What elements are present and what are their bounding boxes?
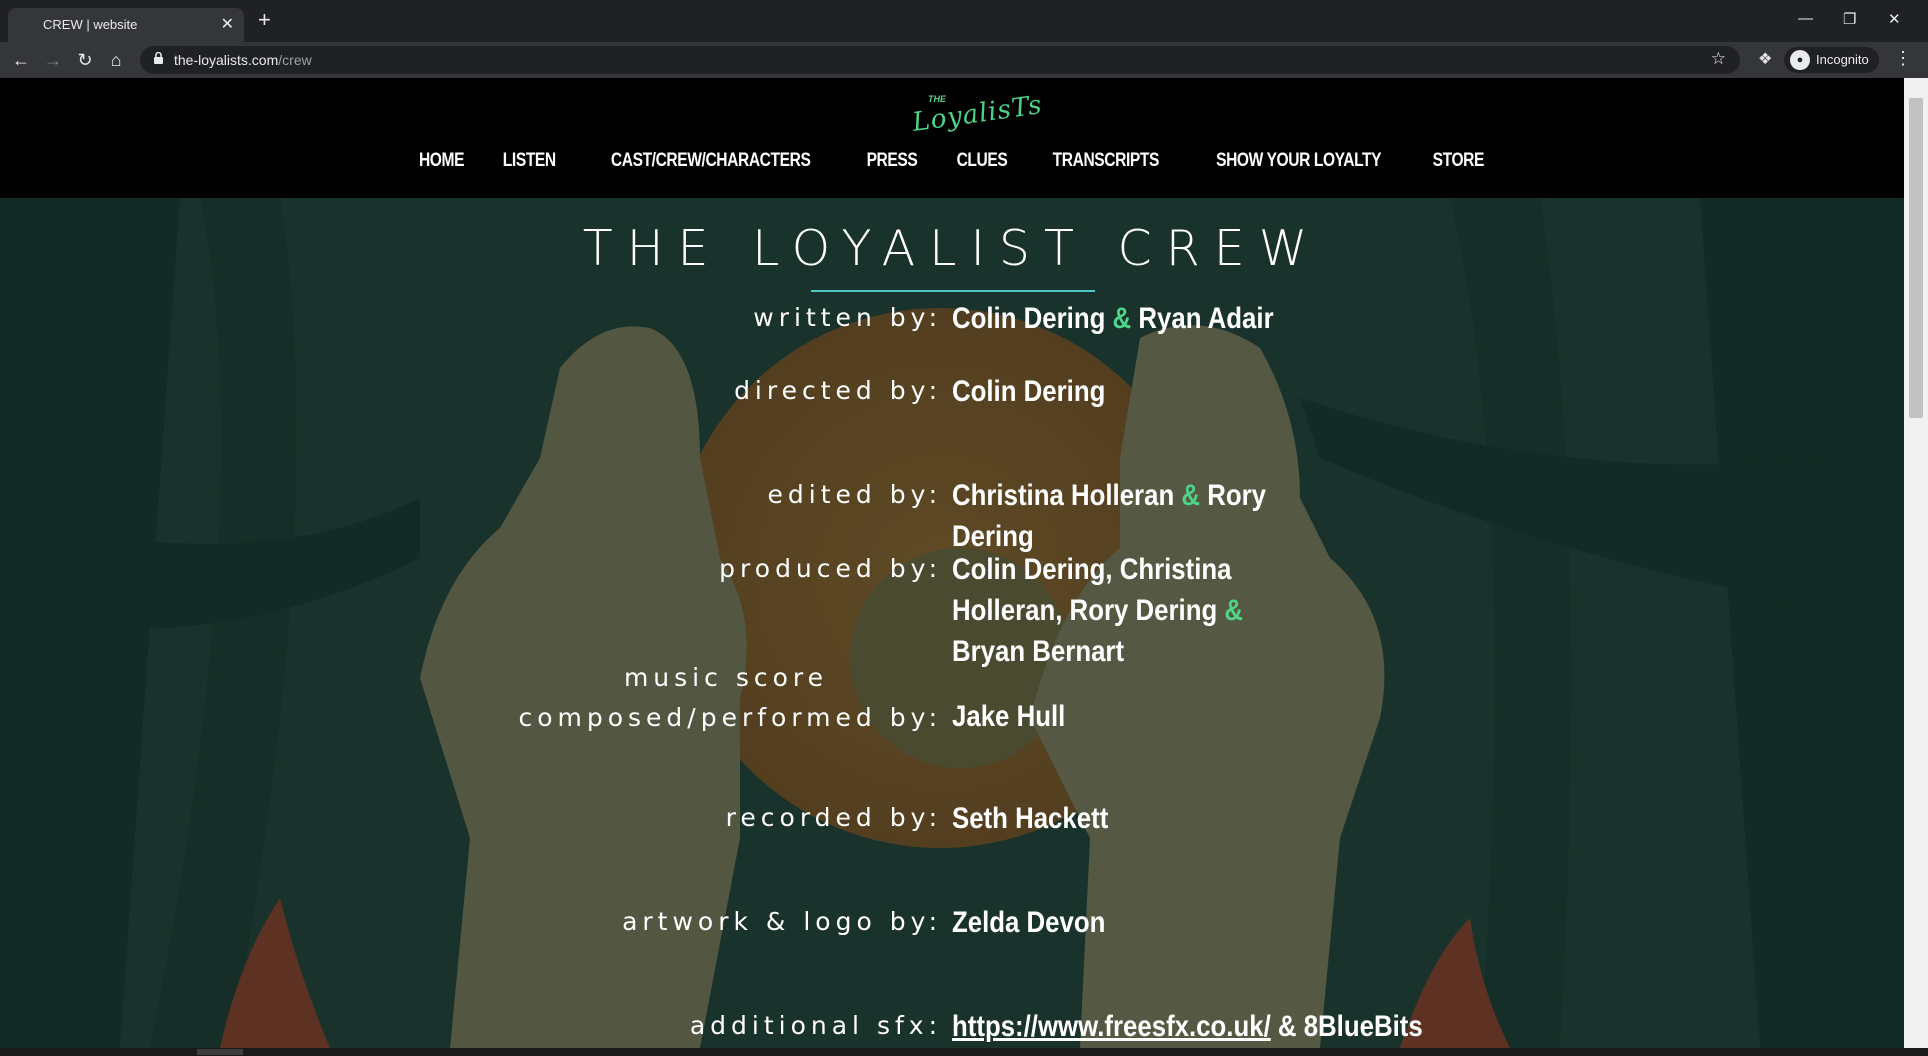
horizontal-scrollbar[interactable] <box>0 1048 1928 1056</box>
browser-tabstrip: CREW | website ✕ + — ❐ ✕ <box>0 0 1928 42</box>
credit-label: edited by: <box>767 480 942 509</box>
credit-label: written by: <box>753 303 942 332</box>
credit-label: additional sfx: <box>689 1011 942 1040</box>
credit-name: Ryan Adair <box>1138 302 1274 335</box>
browser-toolbar: ← → ↻ ⌂ the-loyalists.com/crew ☆ ❖ ● Inc… <box>0 42 1928 78</box>
credit-value: Christina Holleran & Rory Dering <box>952 475 1313 557</box>
credit-label-line2: composed/performed by: <box>518 703 942 732</box>
page-title: THE LOYALIST CREW <box>582 220 1322 277</box>
nav-transcripts[interactable]: TRANSCRIPTS <box>1052 150 1159 172</box>
url-path: /crew <box>278 52 312 68</box>
url-host: the-loyalists.com <box>174 52 279 68</box>
minimize-button[interactable]: — <box>1798 10 1813 27</box>
home-icon[interactable]: ⌂ <box>104 48 128 72</box>
site-logo[interactable]: THE LoyalisTs <box>911 90 1045 138</box>
title-underline <box>811 290 1095 292</box>
credit-label: produced by: <box>719 554 942 583</box>
credit-name: Bryan Bernart <box>952 635 1125 668</box>
address-bar[interactable]: the-loyalists.com/crew ☆ <box>140 46 1740 74</box>
nav-store[interactable]: STORE <box>1433 150 1485 172</box>
scrollbar-thumb[interactable] <box>1909 98 1923 418</box>
ampersand: & <box>1112 302 1132 335</box>
crew-content: THE LOYALIST CREW written by: Colin Deri… <box>0 198 1904 1048</box>
url-text: the-loyalists.com/crew <box>174 52 312 68</box>
nav-cast-crew-characters[interactable]: CAST/CREW/CHARACTERS <box>611 150 811 172</box>
lock-icon <box>154 52 163 64</box>
logo-top-text: THE <box>928 94 946 104</box>
freesfx-link[interactable]: https://www.freesfx.co.uk/ <box>952 1010 1271 1043</box>
ampersand: & <box>1181 479 1201 512</box>
credit-name: Jake Hull <box>952 700 1066 733</box>
vertical-scrollbar[interactable] <box>1904 78 1928 1048</box>
incognito-label: Incognito <box>1816 52 1869 67</box>
new-tab-button[interactable]: + <box>258 9 271 31</box>
incognito-indicator[interactable]: ● Incognito <box>1784 47 1879 73</box>
browser-menu-icon[interactable]: ⋮ <box>1894 48 1912 69</box>
nav-listen[interactable]: LISTEN <box>503 150 556 172</box>
tab-title: CREW | website <box>43 17 138 32</box>
close-window-button[interactable]: ✕ <box>1888 10 1901 28</box>
forward-arrow-icon[interactable]: → <box>41 48 65 72</box>
credit-name: Zelda Devon <box>952 906 1106 939</box>
credit-name: Colin Dering <box>952 302 1106 335</box>
bookmark-star-icon[interactable]: ☆ <box>1711 49 1726 69</box>
credit-value: Colin Dering, Christina Holleran, Rory D… <box>952 549 1313 672</box>
credit-value: https://www.freesfx.co.uk/ & 8BlueBits <box>952 1006 1423 1047</box>
ampersand: & <box>1224 594 1244 627</box>
incognito-icon: ● <box>1790 50 1810 70</box>
browser-tab[interactable]: CREW | website ✕ <box>8 8 244 42</box>
credit-value: Colin Dering & Ryan Adair <box>952 298 1313 339</box>
page-viewport: THE LoyalisTs HOME LISTEN CAST/CREW/CHAR… <box>0 78 1904 1048</box>
credit-value: Colin Dering <box>952 371 1313 412</box>
main-nav: HOME LISTEN CAST/CREW/CHARACTERS PRESS C… <box>0 150 1904 172</box>
tab-close-icon[interactable]: ✕ <box>221 14 234 34</box>
credit-value: Jake Hull <box>952 696 1313 737</box>
horizontal-scrollbar-thumb[interactable] <box>197 1049 243 1055</box>
back-arrow-icon[interactable]: ← <box>9 48 33 72</box>
restore-button[interactable]: ❐ <box>1843 10 1856 28</box>
credit-name: Colin Dering, Christina Holleran, Rory D… <box>952 553 1232 627</box>
credit-name: Seth Hackett <box>952 802 1109 835</box>
reload-icon[interactable]: ↻ <box>73 48 97 72</box>
nav-press[interactable]: PRESS <box>866 150 917 172</box>
site-header: THE LoyalisTs HOME LISTEN CAST/CREW/CHAR… <box>0 78 1904 198</box>
nav-home[interactable]: HOME <box>419 150 465 172</box>
nav-show-your-loyalty[interactable]: SHOW YOUR LOYALTY <box>1216 150 1381 172</box>
credit-value: Seth Hackett <box>952 798 1313 839</box>
credit-name: Colin Dering <box>952 375 1106 408</box>
credit-label: artwork & logo by: <box>622 907 942 936</box>
nav-clues[interactable]: CLUES <box>956 150 1007 172</box>
credit-tail: & 8BlueBits <box>1270 1010 1423 1043</box>
credit-value: Zelda Devon <box>952 902 1313 943</box>
credit-name: Christina Holleran <box>952 479 1175 512</box>
credit-label-line1: music score <box>623 663 828 692</box>
credit-label: recorded by: <box>725 803 942 832</box>
extensions-puzzle-icon[interactable]: ❖ <box>1758 49 1772 69</box>
credit-label: directed by: <box>734 376 942 405</box>
